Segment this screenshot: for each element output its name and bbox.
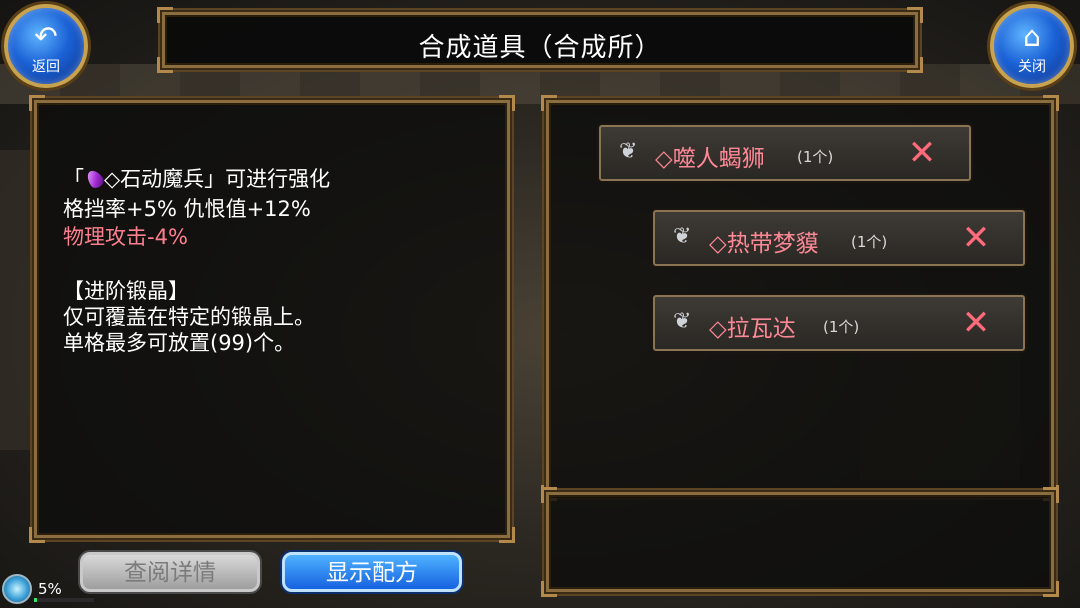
back-button-label: 返回	[32, 59, 60, 75]
page-title: 合成道具（合成所）	[418, 33, 662, 63]
show-recipe-button[interactable]: 显示配方	[282, 552, 462, 592]
return-arrow-icon: ↶	[34, 20, 58, 53]
info-enhance-line: 「 ◇石动魔兵」可进行强化	[63, 163, 330, 193]
info-stack-line: 单格最多可放置(99)个。	[63, 331, 296, 355]
leaf-icon: ❦	[673, 309, 692, 334]
frame-corner	[157, 7, 173, 23]
remove-icon[interactable]: ✕	[959, 305, 993, 341]
info-penalty-line: 物理攻击-4%	[63, 225, 188, 249]
progress-bar	[34, 598, 94, 602]
progress-fill	[34, 598, 37, 602]
frame-corner	[29, 95, 45, 111]
close-button[interactable]: ⌂ 关闭	[990, 4, 1074, 88]
frame-corner	[1043, 487, 1059, 503]
item-info-panel: 「◇石动魔兵」可进行强化 格挡率+5% 仇恨值+12% 物理攻击-4% 【进阶锻…	[29, 95, 515, 543]
item-quantity: (1个)	[797, 148, 834, 166]
frame-corner	[499, 527, 515, 543]
frame-corner	[541, 487, 557, 503]
list-item[interactable]: ❦ ◇噬人蝎狮 (1个) ✕	[599, 125, 971, 181]
frame-corner	[1043, 95, 1059, 111]
home-icon: ⌂	[1023, 20, 1041, 53]
view-details-button[interactable]: 查阅详情	[80, 552, 260, 592]
leaf-icon: ❦	[673, 224, 692, 249]
list-item[interactable]: ❦ ◇拉瓦达 (1个) ✕	[653, 295, 1025, 351]
remove-icon[interactable]: ✕	[959, 220, 993, 256]
remove-icon[interactable]: ✕	[905, 135, 939, 171]
item-quantity: (1个)	[851, 233, 888, 251]
purple-gem-icon	[84, 167, 106, 191]
list-item[interactable]: ❦ ◇热带梦貘 (1个) ✕	[653, 210, 1025, 266]
frame-corner	[1043, 581, 1059, 597]
info-item-text: ◇石动魔兵」可进行强化	[104, 167, 331, 191]
frame-corner	[541, 95, 557, 111]
item-quantity: (1个)	[823, 318, 860, 336]
frame-corner	[499, 95, 515, 111]
info-stats-line: 格挡率+5% 仇恨值+12%	[63, 197, 311, 221]
frame-corner	[907, 7, 923, 23]
title-bar: 合成道具（合成所）	[157, 7, 923, 73]
item-name: ◇热带梦貘	[709, 231, 819, 257]
frame-corner	[541, 581, 557, 597]
item-name: ◇噬人蝎狮	[655, 146, 765, 172]
status-percent: 5%	[38, 580, 62, 598]
frame-corner	[29, 527, 45, 543]
item-name: ◇拉瓦达	[709, 316, 796, 342]
back-button[interactable]: ↶ 返回	[4, 4, 88, 88]
recipe-result-panel	[541, 487, 1059, 597]
close-button-label: 关闭	[1018, 59, 1046, 75]
experience-orb-icon	[2, 574, 32, 604]
info-bracket: 「	[63, 167, 84, 191]
material-list-panel: ❦ ◇噬人蝎狮 (1个) ✕ ❦ ◇热带梦貘 (1个) ✕ ❦ ◇拉瓦达 (1个…	[541, 95, 1059, 501]
leaf-icon: ❦	[619, 139, 638, 164]
